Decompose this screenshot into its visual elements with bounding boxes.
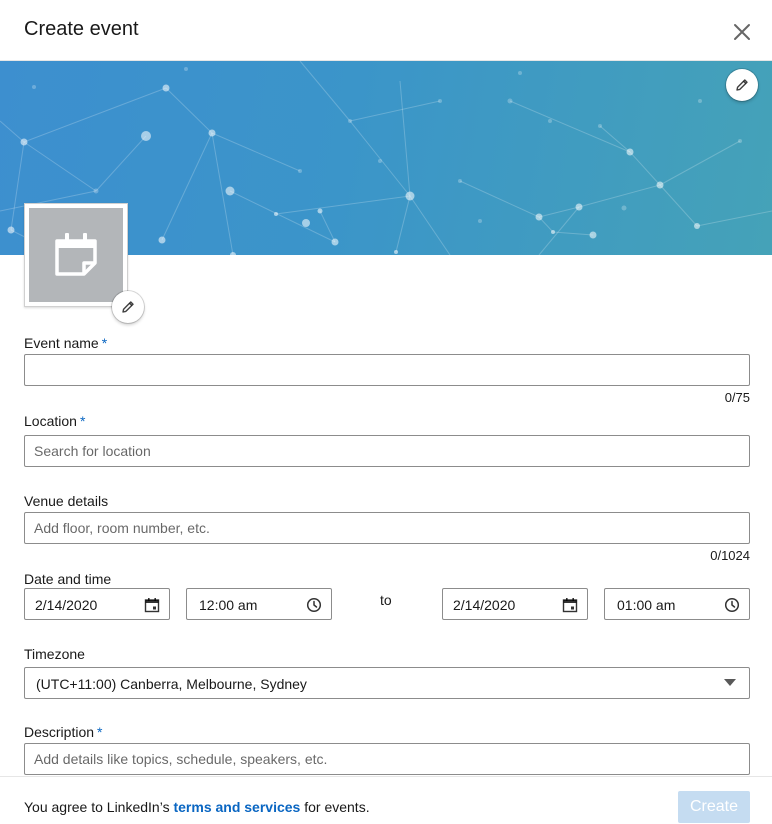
agree-suffix: for events. — [304, 799, 370, 815]
terms-link[interactable]: terms and services — [173, 799, 300, 815]
required-mark: * — [101, 335, 108, 351]
date-range-separator: to — [380, 592, 392, 608]
required-mark: * — [97, 724, 103, 740]
start-time-input[interactable]: 12:00 am — [186, 588, 332, 620]
pencil-icon — [122, 301, 134, 313]
required-mark: * — [79, 413, 86, 429]
calendar-icon — [562, 598, 578, 613]
close-button[interactable] — [726, 16, 758, 48]
calendar-icon — [144, 598, 160, 613]
event-name-label: Event name * — [24, 335, 107, 351]
event-name-counter: 0/75 — [724, 390, 750, 405]
agree-prefix: You agree to LinkedIn’s — [24, 799, 170, 815]
create-button[interactable]: Create — [678, 791, 750, 823]
pencil-icon — [736, 79, 748, 91]
venue-details-counter: 0/1024 — [710, 548, 750, 563]
event-name-input[interactable] — [24, 354, 750, 386]
event-name-label-text: Event name — [24, 335, 99, 351]
venue-details-input[interactable] — [24, 512, 750, 544]
logo-placeholder — [29, 208, 123, 302]
end-time-input[interactable]: 01:00 am — [604, 588, 750, 620]
location-label-text: Location — [24, 413, 77, 429]
end-date-value: 2/14/2020 — [453, 597, 516, 613]
description-input[interactable] — [24, 743, 750, 775]
banner-edit-button[interactable] — [726, 69, 758, 101]
close-icon — [734, 24, 750, 40]
terms-agreement: You agree to LinkedIn’s terms and servic… — [24, 799, 370, 815]
dialog-header: Create event — [0, 0, 772, 61]
description-label: Description * — [24, 724, 102, 740]
timezone-value: (UTC+11:00) Canberra, Melbourne, Sydney — [36, 676, 307, 692]
start-date-value: 2/14/2020 — [35, 597, 98, 613]
location-input[interactable] — [24, 435, 750, 467]
event-logo — [24, 203, 128, 307]
start-date-input[interactable]: 2/14/2020 — [24, 588, 170, 620]
start-time-value: 12:00 am — [199, 597, 258, 613]
description-label-text: Description — [24, 724, 95, 740]
dialog-title: Create event — [24, 18, 139, 40]
clock-icon — [724, 597, 740, 613]
timezone-label: Timezone — [24, 646, 85, 662]
end-time-value: 01:00 am — [617, 597, 676, 613]
timezone-select[interactable]: (UTC+11:00) Canberra, Melbourne, Sydney — [24, 667, 750, 699]
location-label: Location * — [24, 413, 85, 429]
logo-edit-button[interactable] — [112, 291, 144, 323]
calendar-icon — [55, 233, 97, 276]
end-date-input[interactable]: 2/14/2020 — [442, 588, 588, 620]
dialog-footer: You agree to LinkedIn’s terms and servic… — [0, 776, 772, 824]
venue-label: Venue details — [24, 493, 109, 509]
clock-icon — [306, 597, 322, 613]
caret-down-icon — [724, 679, 736, 686]
date-time-label: Date and time — [24, 571, 112, 587]
